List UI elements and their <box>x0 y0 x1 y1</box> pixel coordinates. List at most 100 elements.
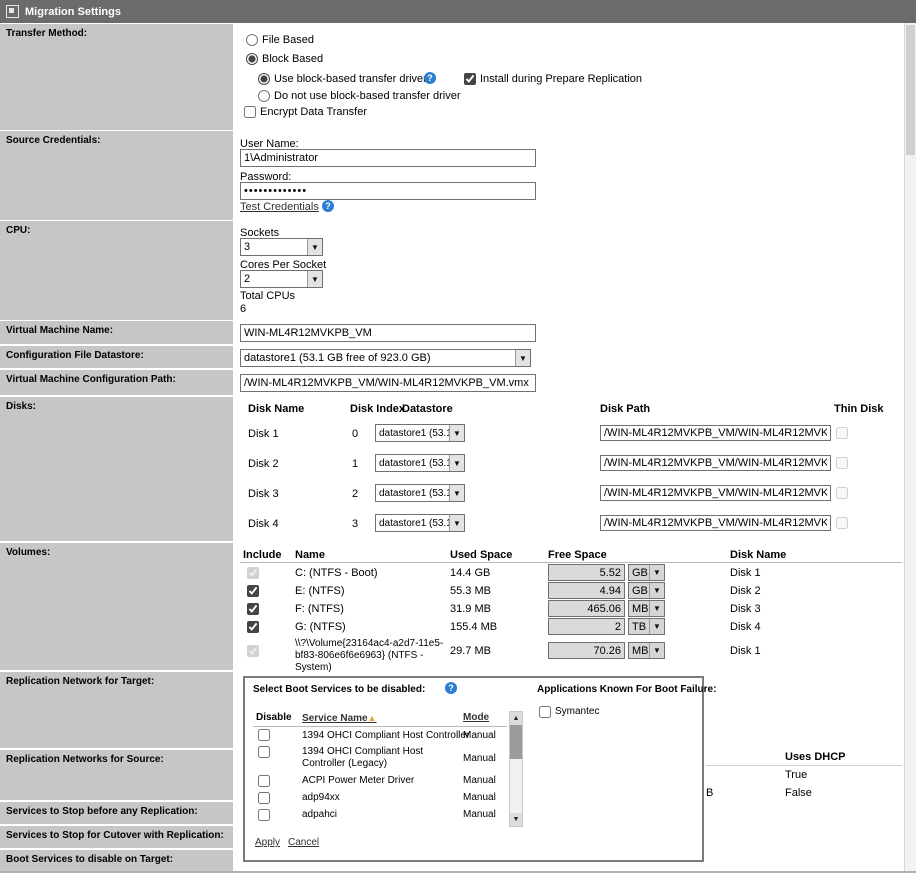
row-label-vm-name: Virtual Machine Name: <box>0 321 233 344</box>
service-disable-checkbox[interactable] <box>258 792 270 804</box>
service-mode: Manual <box>463 775 496 787</box>
unit-value: GB <box>629 567 649 579</box>
scrollbar-thumb[interactable] <box>906 25 915 155</box>
disk-path-input[interactable] <box>600 425 831 441</box>
free-space-input[interactable] <box>548 564 625 581</box>
include-checkbox[interactable] <box>247 603 259 615</box>
volume-name: F: (NTFS) <box>295 603 344 616</box>
symantec-label: Symantec <box>555 706 599 718</box>
popup-scrollbar[interactable]: ▲ ▼ <box>509 711 523 827</box>
symantec-checkbox[interactable] <box>539 706 551 718</box>
info-icon[interactable]: ? <box>445 682 457 694</box>
disk-datastore-value: datastore1 (53.1 GB <box>376 488 449 499</box>
free-space-unit-select[interactable]: GB ▼ <box>628 582 665 599</box>
row-label-disks: Disks: <box>0 397 233 541</box>
service-disable-checkbox[interactable] <box>258 809 270 821</box>
disks-header-path: Disk Path <box>600 403 650 416</box>
free-space-unit-select[interactable]: GB ▼ <box>628 564 665 581</box>
service-disable-checkbox[interactable] <box>258 729 270 741</box>
password-input[interactable] <box>240 182 536 200</box>
volume-name: E: (NTFS) <box>295 585 345 598</box>
free-space-input[interactable] <box>548 618 625 635</box>
block-based-label: Block Based <box>262 53 323 66</box>
install-prepare-checkbox[interactable] <box>464 73 476 85</box>
row-label-rep-net-source: Replication Networks for Source: <box>0 750 233 800</box>
block-based-radio[interactable] <box>246 53 258 65</box>
popup-header-mode[interactable]: Mode <box>463 712 489 724</box>
disks-header-thin: Thin Disk <box>834 403 884 416</box>
username-input[interactable] <box>240 149 536 167</box>
disk-index: 1 <box>352 458 358 471</box>
apply-link[interactable]: Apply <box>255 837 280 849</box>
volume-used: 31.9 MB <box>450 603 491 616</box>
chevron-down-icon: ▼ <box>649 565 664 580</box>
include-checkbox[interactable] <box>247 585 259 597</box>
disk-datastore-value: datastore1 (53.1 GB <box>376 518 449 529</box>
disk-datastore-select[interactable]: datastore1 (53.1 GB ▼ <box>375 424 465 442</box>
chevron-down-icon: ▼ <box>449 455 464 471</box>
vertical-scrollbar[interactable] <box>904 23 916 873</box>
free-space-input[interactable] <box>548 600 625 617</box>
popup-title: Select Boot Services to be disabled: <box>253 684 425 696</box>
chevron-down-icon: ▼ <box>649 583 664 598</box>
disk-datastore-select[interactable]: datastore1 (53.1 GB ▼ <box>375 484 465 502</box>
install-prepare-label: Install during Prepare Replication <box>480 73 642 86</box>
vm-config-path-input[interactable] <box>240 374 536 392</box>
free-space-unit-select[interactable]: MB ▼ <box>628 642 665 659</box>
chevron-down-icon: ▼ <box>649 601 664 616</box>
sockets-select[interactable]: 3 ▼ <box>240 238 323 256</box>
service-mode: Manual <box>463 730 496 742</box>
total-cpus-label: Total CPUs <box>240 290 295 303</box>
chevron-down-icon: ▼ <box>515 350 530 366</box>
scroll-down-icon[interactable]: ▼ <box>510 813 522 826</box>
total-cpus-value: 6 <box>240 303 246 316</box>
volume-name: G: (NTFS) <box>295 621 346 634</box>
disk-name: Disk 2 <box>248 458 279 471</box>
volume-disk: Disk 1 <box>730 645 761 658</box>
cancel-link[interactable]: Cancel <box>288 837 319 849</box>
file-based-radio[interactable] <box>246 34 258 46</box>
cores-select[interactable]: 2 ▼ <box>240 270 323 288</box>
free-space-unit-select[interactable]: MB ▼ <box>628 600 665 617</box>
boot-services-popup: Select Boot Services to be disabled: ? A… <box>243 676 704 862</box>
disk-datastore-select[interactable]: datastore1 (53.1 GB ▼ <box>375 514 465 532</box>
clipped-text-fragment: B <box>706 787 713 800</box>
free-space-input[interactable] <box>548 642 625 659</box>
use-driver-radio[interactable] <box>258 73 270 85</box>
chevron-down-icon: ▼ <box>449 425 464 441</box>
disk-path-input[interactable] <box>600 455 831 471</box>
service-disable-checkbox[interactable] <box>258 746 270 758</box>
test-credentials-link[interactable]: Test Credentials <box>240 201 319 214</box>
config-datastore-select[interactable]: datastore1 (53.1 GB free of 923.0 GB) ▼ <box>240 349 531 367</box>
scroll-up-icon[interactable]: ▲ <box>510 712 522 725</box>
disk-index: 0 <box>352 428 358 441</box>
free-space-input[interactable] <box>548 582 625 599</box>
vm-name-input[interactable] <box>240 324 536 342</box>
free-space-unit-select[interactable]: TB ▼ <box>628 618 665 635</box>
encrypt-checkbox[interactable] <box>244 106 256 118</box>
service-name-header-label: Service Name <box>302 713 368 724</box>
row-label-config-datastore: Configuration File Datastore: <box>0 346 233 368</box>
info-icon[interactable]: ? <box>424 72 436 84</box>
thin-disk-checkbox <box>836 457 848 469</box>
sort-asc-icon: ▲ <box>368 713 377 723</box>
volumes-header-divider <box>240 562 902 563</box>
disk-datastore-value: datastore1 (53.1 GB <box>376 458 449 469</box>
service-disable-checkbox[interactable] <box>258 775 270 787</box>
popup-header-service-name[interactable]: Service Name▲ <box>302 712 377 725</box>
service-mode: Manual <box>463 792 496 804</box>
no-driver-radio[interactable] <box>258 90 270 102</box>
popup-header-divider <box>253 726 507 727</box>
use-driver-label: Use block-based transfer driver <box>274 73 427 86</box>
row-label-source-credentials: Source Credentials: <box>0 131 233 220</box>
volumes-header-used: Used Space <box>450 549 512 562</box>
disk-path-input[interactable] <box>600 515 831 531</box>
disk-path-input[interactable] <box>600 485 831 501</box>
disk-datastore-select[interactable]: datastore1 (53.1 GB ▼ <box>375 454 465 472</box>
dialog-title: Migration Settings <box>25 6 121 18</box>
dhcp-value-false: False <box>785 787 812 800</box>
info-icon[interactable]: ? <box>322 200 334 212</box>
volumes-header-disk: Disk Name <box>730 549 786 562</box>
include-checkbox[interactable] <box>247 621 259 633</box>
scrollbar-thumb[interactable] <box>510 725 522 759</box>
